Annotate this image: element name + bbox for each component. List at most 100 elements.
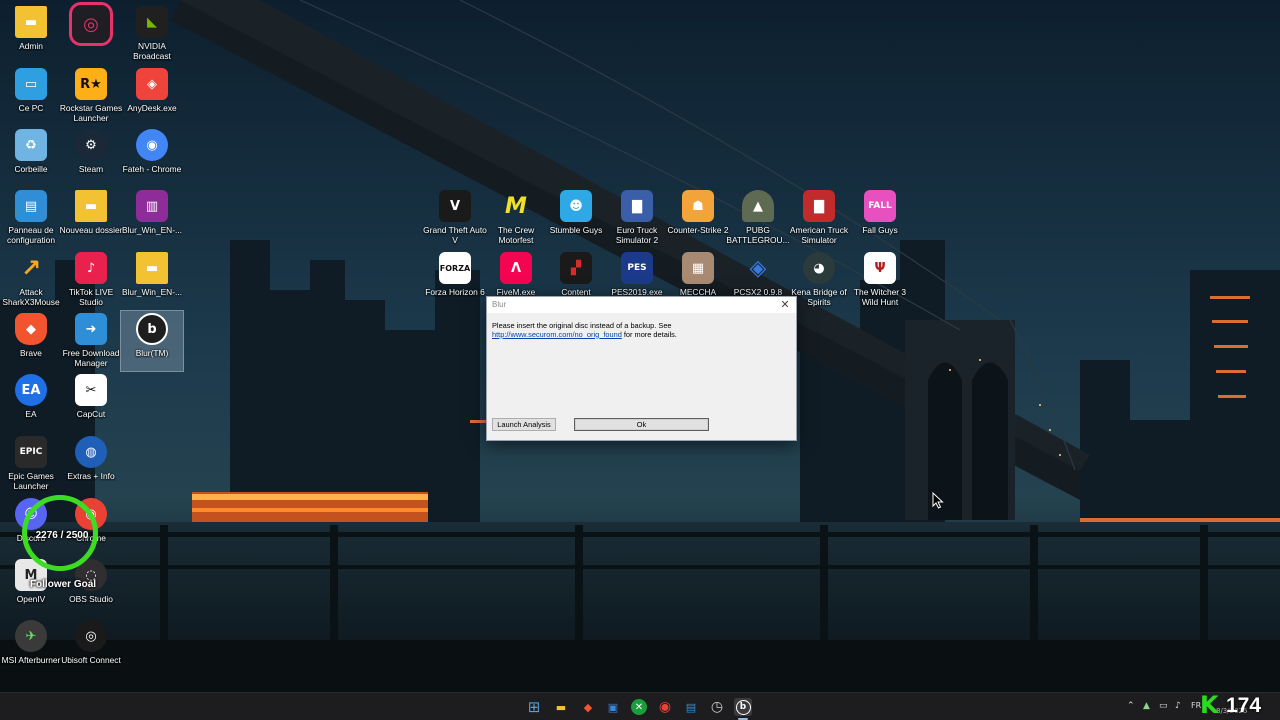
rockstar-icon: R★ (75, 68, 107, 100)
folder-icon: ▬ (136, 252, 168, 284)
chrome-icon: ◉ (136, 129, 168, 161)
content-icon: ▞ (560, 252, 592, 284)
pcsx2-icon: ◈ (749, 255, 767, 281)
follower-goal-label: Follower Goal (29, 579, 97, 590)
desktop-icon-witcher-3[interactable]: Ψ The Witcher 3 Wild Hunt (849, 250, 911, 310)
desktop-icon-fall-guys[interactable]: FALL Fall Guys (849, 188, 911, 248)
stumble-icon: ☻ (560, 190, 592, 222)
crew-icon: M (505, 193, 527, 219)
desktop-icon-free-download-manager[interactable]: ➜ Free Download Manager (60, 311, 122, 371)
close-icon[interactable]: ✕ (778, 298, 792, 311)
desktop-icon-euro-truck-2[interactable]: ▇ Euro Truck Simulator 2 (606, 188, 668, 248)
steam-icon: ⚙ (75, 129, 107, 161)
control-panel-icon: ▤ (15, 190, 47, 222)
kena-icon: ◕ (803, 252, 835, 284)
folder-icon: ▬ (75, 190, 107, 222)
brave-lion-icon: ◆ (15, 313, 47, 345)
desktop-icon-gta5[interactable]: V Grand Theft Auto V (423, 188, 487, 248)
fallguys-icon: FALL (864, 190, 896, 222)
nvidia-icon: ◣ (136, 6, 168, 38)
monitor-icon: ▭ (15, 68, 47, 100)
forza-icon: FORZA (439, 252, 471, 284)
desktop-icon-rockstar[interactable]: R★ Rockstar Games Launcher (60, 66, 122, 126)
desktop-icon-crew-motorfest[interactable]: M The Crew Motorfest (485, 188, 547, 248)
desktop-icon-nvidia-broadcast[interactable]: ◣ NVIDIA Broadcast (121, 4, 183, 64)
securom-link[interactable]: http://www.securom.com/no_orig_found (492, 330, 622, 339)
fivem-icon: Λ (500, 252, 532, 284)
capcut-icon: ✂ (75, 374, 107, 406)
dialog-message: Please insert the original disc instead … (492, 321, 792, 339)
desktop-icon-corbeille[interactable]: ♻ Corbeille (0, 127, 62, 187)
desktop-icon-blur-win-folder[interactable]: ▬ Blur_Win_EN-... (121, 250, 183, 310)
desktop-icon-forza-horizon[interactable]: FORZA Forza Horizon 6 (424, 250, 486, 310)
truck-icon: ▇ (803, 190, 835, 222)
desktop-icon-panneau-de-configuration[interactable]: ▤ Panneau de configuration (0, 188, 62, 248)
globe-icon: ◍ (75, 436, 107, 468)
desktop-icon-ubisoft-connect[interactable]: ◎ Ubisoft Connect (60, 618, 122, 678)
witcher-icon: Ψ (864, 252, 896, 284)
download-manager-icon: ➜ (75, 313, 107, 345)
anydesk-icon: ◈ (136, 68, 168, 100)
desktop-icon-counter-strike-2[interactable]: ☗ Counter-Strike 2 (667, 188, 729, 248)
chrome-icon[interactable]: ◉ (656, 698, 674, 716)
file-explorer-icon[interactable]: ▬ (552, 698, 570, 716)
desktop-icon-brave[interactable]: ◆ Brave (0, 311, 62, 371)
desktop-icon-fateh-chrome[interactable]: ◉ Fateh - Chrome (121, 127, 183, 187)
network-icon[interactable]: ▭ (1159, 701, 1168, 711)
windows-start-icon[interactable]: ⊞ (525, 698, 543, 716)
desktop-icon-admin[interactable]: ▬ Admin (0, 4, 62, 64)
desktop-icon-blur-tm[interactable]: b Blur(TM) (120, 310, 184, 372)
meccha-icon: ▦ (682, 252, 714, 284)
desktop-icon-blur-win-rar[interactable]: ▥ Blur_Win_EN-... (121, 188, 183, 248)
tiktok-icon: ♪ (75, 252, 107, 284)
volume-icon[interactable]: ♪ (1175, 701, 1181, 711)
desktop-icon-anydesk[interactable]: ◈ AnyDesk.exe (121, 66, 183, 126)
ring-app-icon: ◎ (69, 2, 113, 46)
blur-icon: b (136, 313, 168, 345)
desktop-icon-american-truck[interactable]: ▇ American Truck Simulator (788, 188, 850, 248)
desktop-icon-kena[interactable]: ◕ Kena Bridge of Spirits (788, 250, 850, 310)
pubg-icon: ▲ (742, 190, 774, 222)
desktop-icon-msi-afterburner[interactable]: ✈ MSI Afterburner (0, 618, 62, 678)
desktop-icon-steam[interactable]: ⚙ Steam (60, 127, 122, 187)
xbox-icon[interactable]: ✕ (630, 698, 648, 716)
desktop-icon-pubg[interactable]: ▲ PUBG BATTLEGROU... (726, 188, 790, 248)
control-panel-icon[interactable]: ▤ (682, 698, 700, 716)
desktop-icon-attack-shark[interactable]: ↗ Attack SharkX3Mouse (0, 250, 62, 310)
launch-analysis-button[interactable]: Launch Analysis (492, 418, 556, 431)
truck-icon: ▇ (621, 190, 653, 222)
afterburner-icon: ✈ (15, 620, 47, 652)
ea-icon: EA (15, 374, 47, 406)
epic-games-icon: EPIC (15, 436, 47, 468)
folder-icon: ▬ (15, 6, 47, 38)
timer-icon[interactable]: ◷ (708, 698, 726, 716)
blur-icon[interactable]: b (734, 698, 752, 716)
pes-icon: PES (621, 252, 653, 284)
desktop-icon-capcut[interactable]: ✂ CapCut (60, 372, 122, 432)
desktop-icon-tiktok-live[interactable]: ♪ TikTok LIVE Studio (60, 250, 122, 310)
securom-error-dialog: Blur ✕ Please insert the original disc i… (486, 296, 797, 441)
chevron-up-icon[interactable]: ⌃ (1127, 701, 1135, 711)
desktop-icon-nouveau-dossier[interactable]: ▬ Nouveau dossier (60, 188, 122, 248)
desktop-icon-epic-games[interactable]: EPIC Epic Games Launcher (0, 434, 62, 494)
desktop-icon-extras-info[interactable]: ◍ Extras + Info (60, 434, 122, 494)
recycle-bin-icon: ♻ (15, 129, 47, 161)
store-icon[interactable]: ▣ (604, 698, 622, 716)
dialog-titlebar[interactable]: Blur ✕ (487, 297, 796, 313)
cs2-icon: ☗ (682, 190, 714, 222)
dialog-message-suffix: for more details. (621, 329, 677, 339)
follower-goal-count: 2276 / 2500 (35, 530, 89, 541)
ok-button[interactable]: Ok (574, 418, 709, 431)
gta-icon: V (439, 190, 471, 222)
desktop-icon-stumble-guys[interactable]: ☻ Stumble Guys (545, 188, 607, 248)
desktop-icon-ce-pc[interactable]: ▭ Ce PC (0, 66, 62, 126)
brave-lion-icon[interactable]: ◆ (579, 698, 597, 716)
taskbar: ⊞ ▬ ◆ ▣ ✕ ◉ ▤ ◷ b ⌃ ▲ ▭ ♪ FR 8/3/2025 (0, 692, 1280, 720)
nvidia-tray-icon[interactable]: ▲ (1143, 701, 1150, 711)
desktop-icon-ea[interactable]: EA EA (0, 372, 62, 432)
ubisoft-icon: ◎ (75, 620, 107, 652)
kick-viewer-count: 174 (1226, 694, 1262, 717)
dialog-title: Blur (492, 300, 507, 309)
shark-icon: ↗ (20, 254, 42, 282)
desktop-icon-ring-app[interactable]: ◎ (60, 2, 122, 64)
